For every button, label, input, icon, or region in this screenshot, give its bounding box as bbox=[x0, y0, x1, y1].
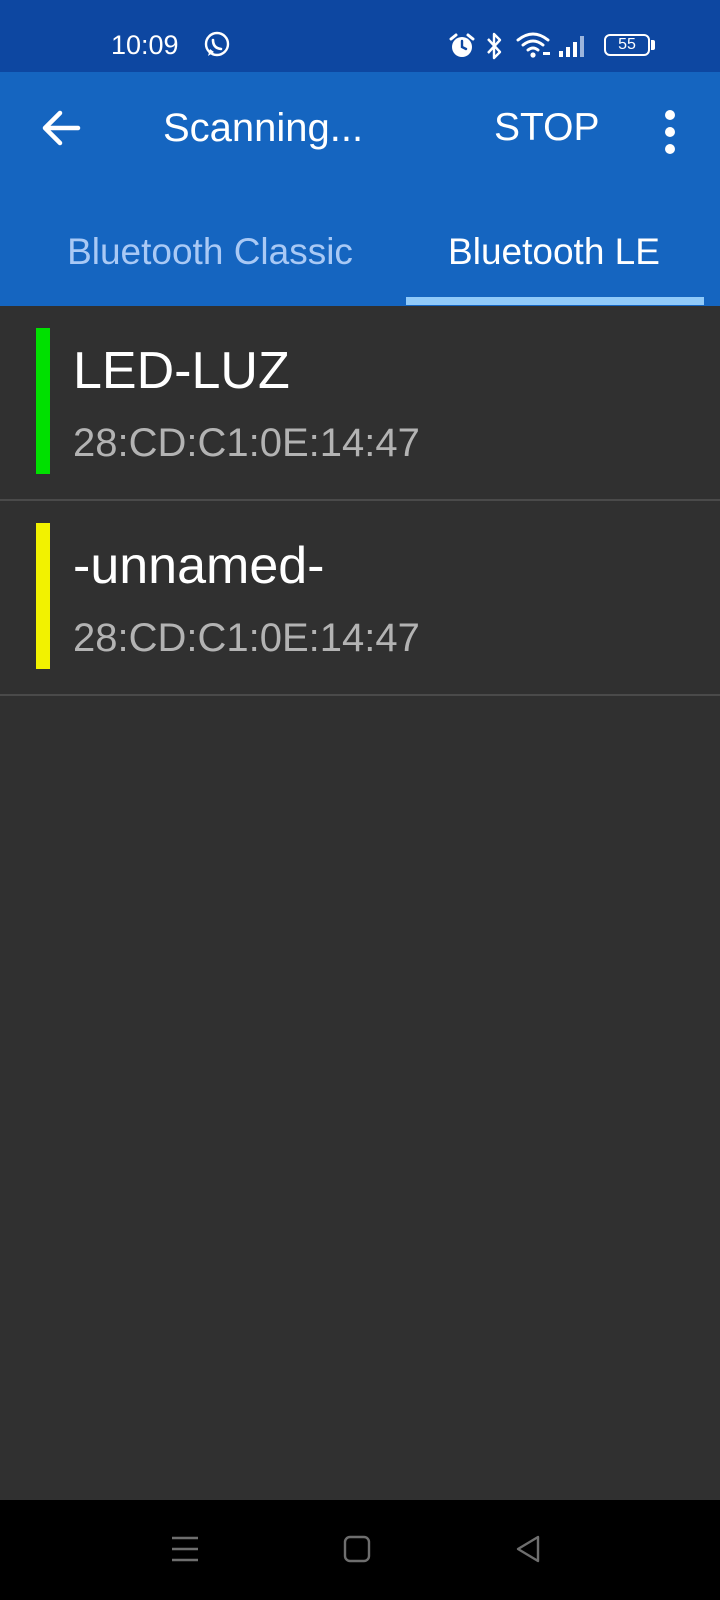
whatsapp-icon bbox=[204, 31, 230, 57]
tab-bar: Bluetooth Classic Bluetooth LE bbox=[0, 198, 720, 306]
signal-strength-bar bbox=[36, 523, 50, 669]
tab-bluetooth-classic[interactable]: Bluetooth Classic bbox=[30, 198, 390, 306]
app-bar: Scanning... STOP bbox=[0, 72, 720, 198]
signal-icon bbox=[559, 36, 584, 57]
back-button[interactable] bbox=[32, 98, 92, 158]
battery-tip bbox=[651, 40, 655, 50]
recent-apps-icon[interactable] bbox=[170, 1532, 200, 1566]
device-list: LED-LUZ 28:CD:C1:0E:14:47 -unnamed- 28:C… bbox=[0, 306, 720, 696]
navigation-bar bbox=[0, 1500, 720, 1600]
device-address: 28:CD:C1:0E:14:47 bbox=[73, 616, 420, 660]
device-address: 28:CD:C1:0E:14:47 bbox=[73, 421, 420, 465]
bluetooth-icon bbox=[487, 32, 502, 60]
back-icon[interactable] bbox=[513, 1532, 543, 1566]
home-icon[interactable] bbox=[342, 1532, 372, 1566]
device-name: -unnamed- bbox=[73, 537, 325, 595]
signal-strength-bar bbox=[36, 328, 50, 474]
device-row[interactable]: LED-LUZ 28:CD:C1:0E:14:47 bbox=[0, 306, 720, 501]
alarm-icon bbox=[449, 33, 475, 57]
battery-level: 55 bbox=[618, 36, 636, 53]
stop-button[interactable]: STOP bbox=[494, 102, 599, 154]
more-vert-icon bbox=[665, 110, 675, 154]
tab-indicator bbox=[406, 297, 704, 305]
status-bar: 10:09 55 bbox=[0, 0, 720, 72]
more-options-button[interactable] bbox=[650, 108, 690, 156]
back-arrow-icon bbox=[42, 110, 81, 146]
battery-icon: 55 bbox=[604, 34, 650, 56]
tab-bluetooth-le[interactable]: Bluetooth LE bbox=[406, 198, 702, 306]
device-name: LED-LUZ bbox=[73, 342, 290, 400]
device-row[interactable]: -unnamed- 28:CD:C1:0E:14:47 bbox=[0, 501, 720, 696]
status-time: 10:09 bbox=[111, 30, 179, 60]
page-title: Scanning... bbox=[163, 106, 364, 150]
wifi-icon bbox=[516, 32, 550, 58]
